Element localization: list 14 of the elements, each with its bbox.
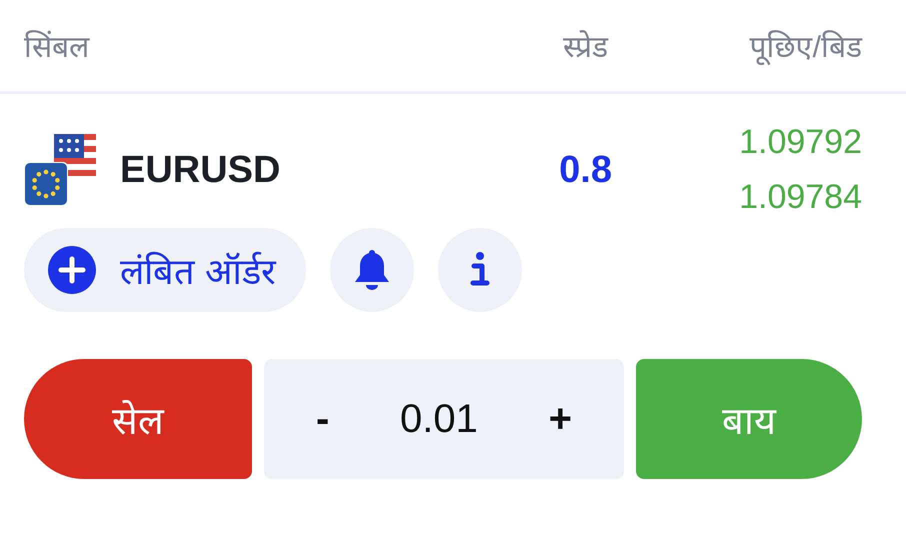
flags-icon: [24, 134, 96, 206]
sell-button[interactable]: सेल: [24, 359, 252, 479]
bid-price: 1.09784: [739, 178, 862, 217]
plus-icon: [48, 246, 96, 294]
column-header: स्प्रेड: [562, 29, 608, 66]
ask-price: 1.09792: [739, 123, 862, 162]
column-header: पूछिए/बिड: [748, 29, 862, 66]
spread-value: 0.8: [558, 148, 612, 192]
pending-order-button[interactable]: लंबित ऑर्डर: [24, 228, 306, 312]
decrement-button[interactable]: -: [304, 396, 342, 442]
increment-button[interactable]: +: [536, 396, 584, 442]
column-header: सिंबल: [24, 29, 91, 66]
symbol-name[interactable]: EURUSD: [120, 148, 492, 192]
volume-value[interactable]: 0.01: [400, 396, 478, 442]
